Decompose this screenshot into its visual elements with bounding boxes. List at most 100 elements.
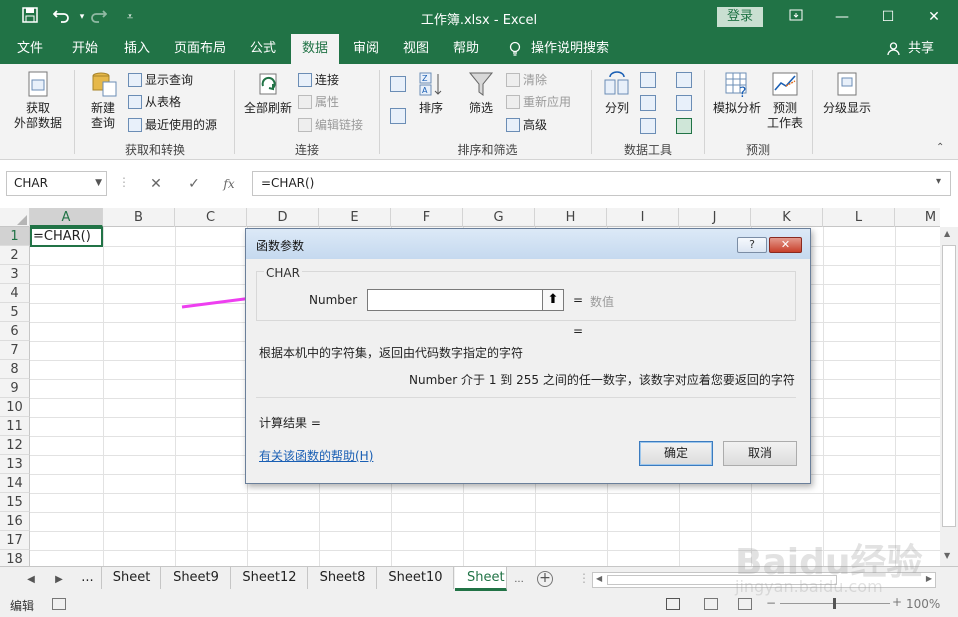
filter-button[interactable]: 筛选 xyxy=(462,70,500,116)
enter-formula-icon[interactable]: ✓ xyxy=(184,174,204,194)
login-button[interactable]: 登录 xyxy=(717,7,763,27)
add-sheet-icon[interactable]: + xyxy=(537,571,553,587)
tab-insert[interactable]: 插入 xyxy=(114,34,160,64)
row-header[interactable]: 5 xyxy=(0,303,30,322)
show-query-button[interactable]: 显示查询 xyxy=(128,70,193,90)
column-header[interactable]: H xyxy=(535,208,607,227)
row-header[interactable]: 2 xyxy=(0,246,30,265)
row-header[interactable]: 9 xyxy=(0,379,30,398)
column-header[interactable]: C xyxy=(175,208,247,227)
row-header[interactable]: 16 xyxy=(0,512,30,531)
chevron-down-icon[interactable]: ▼ xyxy=(95,172,102,195)
cancel-formula-icon[interactable]: ✕ xyxy=(146,174,166,194)
sheet-tab[interactable]: Sheet12 xyxy=(232,567,308,589)
outline-button[interactable]: 分级显示 xyxy=(818,70,876,116)
tab-review[interactable]: 审阅 xyxy=(343,34,389,64)
more-sheets-right-button[interactable]: ... xyxy=(512,571,526,589)
column-header[interactable]: M xyxy=(895,208,940,227)
from-table-button[interactable]: 从表格 xyxy=(128,92,181,112)
previous-sheet-icon[interactable]: ◀ xyxy=(24,571,38,589)
select-all-corner[interactable] xyxy=(0,208,30,227)
column-header[interactable]: B xyxy=(103,208,175,227)
share-person-icon[interactable] xyxy=(886,34,900,64)
column-header[interactable]: J xyxy=(679,208,751,227)
remove-duplicates-icon[interactable] xyxy=(640,95,656,111)
what-if-analysis-button[interactable]: ? 模拟分析 xyxy=(708,70,766,116)
row-header[interactable]: 3 xyxy=(0,265,30,284)
sort-za-icon[interactable] xyxy=(390,108,406,124)
column-header[interactable]: A xyxy=(30,208,103,227)
column-header[interactable]: I xyxy=(607,208,679,227)
sheet-tab[interactable]: Sheet9 xyxy=(162,567,231,589)
consolidate-icon[interactable] xyxy=(676,72,692,88)
relationships-icon[interactable] xyxy=(676,95,692,111)
sheet-tab[interactable]: Sheet xyxy=(103,567,161,589)
collapse-ribbon-icon[interactable]: ⌃ xyxy=(936,142,944,153)
row-header[interactable]: 14 xyxy=(0,474,30,493)
forecast-sheet-button[interactable]: 预测 工作表 xyxy=(764,70,806,131)
vertical-scrollbar[interactable]: ▲ ▼ xyxy=(940,227,958,566)
macro-record-icon[interactable] xyxy=(52,598,66,610)
formula-input[interactable]: =CHAR() xyxy=(252,171,951,196)
advanced-button[interactable]: 高级 xyxy=(506,115,547,135)
tell-me-search[interactable]: 操作说明搜索 xyxy=(528,34,612,64)
maximize-icon[interactable]: ☐ xyxy=(865,0,911,34)
column-header[interactable]: F xyxy=(391,208,463,227)
dialog-close-button[interactable]: ✕ xyxy=(769,237,802,253)
close-window-icon[interactable]: ✕ xyxy=(911,0,957,34)
minimize-icon[interactable]: — xyxy=(819,0,865,34)
column-header[interactable]: K xyxy=(751,208,823,227)
text-to-columns-button[interactable]: 分列 xyxy=(598,70,636,116)
customize-qat-icon[interactable]: ⩡ xyxy=(120,7,140,27)
cancel-button[interactable]: 取消 xyxy=(723,441,797,466)
data-validation-icon[interactable] xyxy=(640,118,656,134)
active-cell-a1[interactable]: =CHAR() xyxy=(30,227,103,247)
lightbulb-icon[interactable] xyxy=(503,34,527,64)
row-header[interactable]: 17 xyxy=(0,531,30,550)
row-header[interactable]: 10 xyxy=(0,398,30,417)
row-header[interactable]: 4 xyxy=(0,284,30,303)
save-icon[interactable] xyxy=(20,7,40,27)
sort-az-icon[interactable] xyxy=(390,76,406,92)
scroll-up-icon[interactable]: ▲ xyxy=(944,229,950,238)
tab-home[interactable]: 开始 xyxy=(62,34,108,64)
tab-view[interactable]: 视图 xyxy=(393,34,439,64)
row-header[interactable]: 7 xyxy=(0,341,30,360)
ribbon-display-options-icon[interactable] xyxy=(773,0,819,34)
refresh-all-button[interactable]: 全部刷新 xyxy=(240,70,296,116)
row-header[interactable]: 15 xyxy=(0,493,30,512)
column-header[interactable]: E xyxy=(319,208,391,227)
function-help-link[interactable]: 有关该函数的帮助(H) xyxy=(259,447,373,464)
sheet-tab-active[interactable]: Sheet1 xyxy=(455,567,507,591)
page-layout-view-icon[interactable] xyxy=(704,598,718,610)
row-header[interactable]: 18 xyxy=(0,550,30,566)
column-header[interactable]: L xyxy=(823,208,895,227)
tab-split-grip-icon[interactable]: ⋮ xyxy=(578,571,590,585)
sheet-tab[interactable]: Sheet8 xyxy=(309,567,377,589)
flash-fill-icon[interactable] xyxy=(640,72,656,88)
number-argument-input[interactable] xyxy=(367,289,543,311)
dialog-help-button[interactable]: ? xyxy=(737,237,767,253)
column-header[interactable]: G xyxy=(463,208,535,227)
data-model-icon[interactable] xyxy=(676,118,692,134)
row-header[interactable]: 12 xyxy=(0,436,30,455)
tab-help[interactable]: 帮助 xyxy=(443,34,489,64)
row-header[interactable]: 8 xyxy=(0,360,30,379)
vertical-scroll-thumb[interactable] xyxy=(942,245,956,527)
undo-icon[interactable] xyxy=(52,7,72,27)
sort-button[interactable]: ZA 排序 xyxy=(412,70,450,116)
normal-view-icon[interactable] xyxy=(666,598,680,610)
get-external-data-button[interactable]: 获取 外部数据 xyxy=(6,70,70,131)
ok-button[interactable]: 确定 xyxy=(639,441,713,466)
tab-file[interactable]: 文件 xyxy=(8,34,52,64)
tab-formulas[interactable]: 公式 xyxy=(240,34,286,64)
sheet-tab[interactable]: Sheet10 xyxy=(378,567,454,589)
collapse-dialog-icon[interactable]: ⬆ xyxy=(542,289,564,311)
tab-data[interactable]: 数据 xyxy=(291,34,339,64)
tab-page-layout[interactable]: 页面布局 xyxy=(167,34,233,64)
column-header[interactable]: D xyxy=(247,208,319,227)
expand-formula-bar-icon[interactable]: ▾ xyxy=(936,176,941,187)
connections-button[interactable]: 连接 xyxy=(298,70,339,90)
row-header[interactable]: 11 xyxy=(0,417,30,436)
row-header[interactable]: 13 xyxy=(0,455,30,474)
